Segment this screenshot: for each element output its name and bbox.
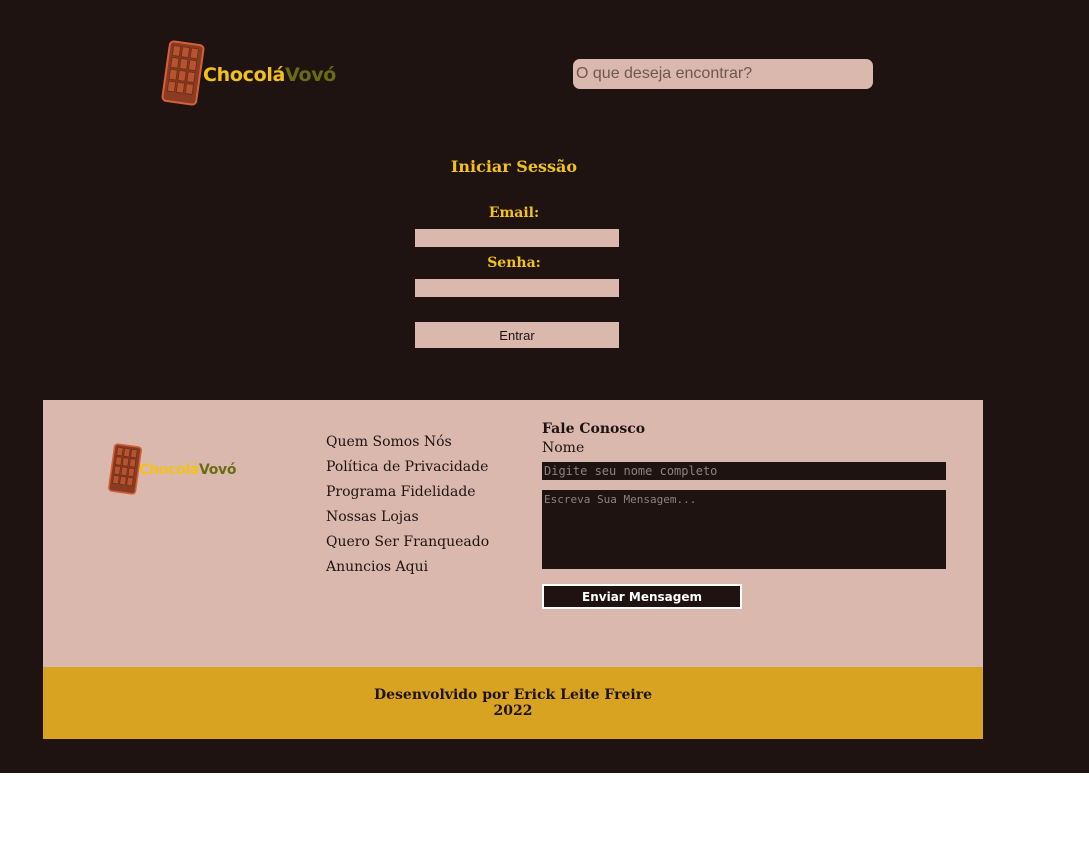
- email-field[interactable]: [415, 229, 619, 247]
- credits-year: 2022: [493, 703, 533, 719]
- contact-form: Fale Conosco Nome Enviar Mensagem: [542, 420, 946, 609]
- search-bar: [573, 59, 873, 89]
- password-label: Senha:: [487, 255, 541, 271]
- chocolate-bar-icon: [158, 40, 208, 106]
- footer-links: Quem Somos Nós Política de Privacidade P…: [326, 433, 489, 583]
- footer-logo-text: ChocoláVovó: [139, 462, 236, 478]
- logo-text-part1: Chocolá: [203, 64, 286, 86]
- footer-logo-part1: Chocolá: [139, 462, 199, 478]
- footer-link-lojas[interactable]: Nossas Lojas: [326, 508, 489, 533]
- login-button[interactable]: Entrar: [415, 322, 619, 348]
- footer-logo[interactable]: ChocoláVovó: [105, 443, 236, 495]
- logo-text: ChocoláVovó: [203, 64, 336, 86]
- send-message-button[interactable]: Enviar Mensagem: [542, 584, 742, 609]
- login-title: Iniciar Sessão: [450, 157, 578, 176]
- email-label: Email:: [488, 205, 540, 221]
- footer-logo-part2: Vovó: [198, 462, 237, 478]
- footer-link-fidelidade[interactable]: Programa Fidelidade: [326, 483, 489, 508]
- header-logo[interactable]: ChocoláVovó: [158, 40, 336, 106]
- credits-author: Desenvolvido por Erick Leite Freire: [374, 687, 652, 703]
- message-field[interactable]: [542, 490, 946, 569]
- name-label: Nome: [542, 440, 585, 456]
- logo-text-part2: Vovó: [285, 64, 337, 86]
- footer-link-privacidade[interactable]: Política de Privacidade: [326, 458, 489, 483]
- name-field[interactable]: [542, 462, 946, 480]
- footer-link-anuncios[interactable]: Anuncios Aqui: [326, 558, 489, 583]
- contact-title: Fale Conosco: [542, 421, 646, 437]
- credits-band: Desenvolvido por Erick Leite Freire 2022: [43, 667, 983, 739]
- footer: ChocoláVovó Quem Somos Nós Política de P…: [43, 400, 983, 667]
- password-field[interactable]: [415, 279, 619, 297]
- footer-link-quem-somos[interactable]: Quem Somos Nós: [326, 433, 489, 458]
- footer-link-franqueado[interactable]: Quero Ser Franqueado: [326, 533, 489, 558]
- search-input[interactable]: [576, 65, 870, 83]
- page-background: ChocoláVovó Iniciar Sessão Email: Senha:…: [0, 0, 1089, 773]
